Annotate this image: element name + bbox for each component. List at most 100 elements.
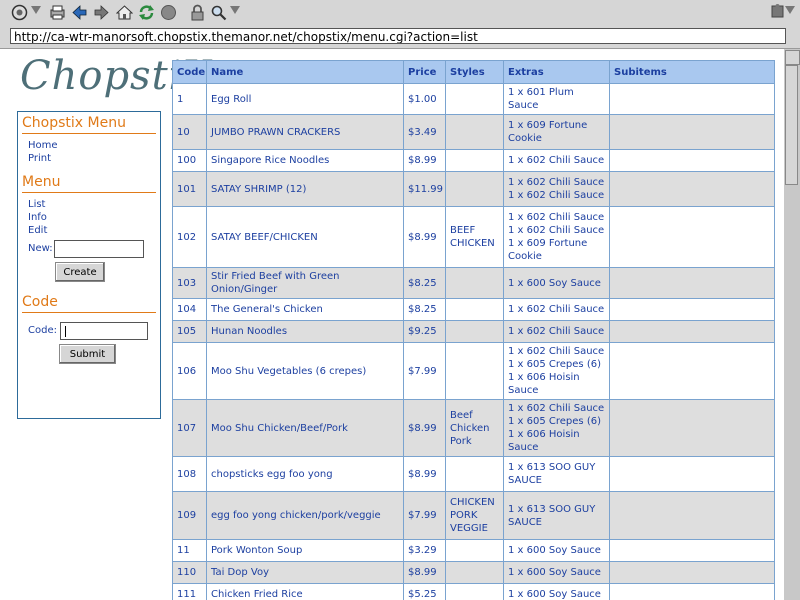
stop-icon[interactable] xyxy=(159,3,178,22)
cell-code[interactable]: 107 xyxy=(172,399,207,457)
nav-edit-link[interactable]: Edit xyxy=(28,225,47,236)
menu-divider xyxy=(22,192,156,193)
cell-code[interactable]: 102 xyxy=(172,206,207,268)
cell-extras: 1 x 602 Chili Sauce 1 x 605 Crepes (6) 1… xyxy=(503,342,610,400)
cell-price: $8.99 xyxy=(403,206,446,268)
cell-extras: 1 x 602 Chili Sauce 1 x 602 Chili Sauce … xyxy=(503,206,610,268)
cell-name[interactable]: SATAY BEEF/CHICKEN xyxy=(206,206,404,268)
cell-subitems xyxy=(609,298,775,321)
cell-name[interactable]: Tai Dop Voy xyxy=(206,561,404,584)
table-row: 104 The General's Chicken $8.25 1 x 602 Chi… xyxy=(172,298,775,321)
nav-print-link[interactable]: Print xyxy=(28,153,51,164)
cell-code[interactable]: 10 xyxy=(172,114,207,150)
nav-list-link[interactable]: List xyxy=(28,199,45,210)
cell-price: $8.99 xyxy=(403,149,446,172)
cell-name[interactable]: Moo Shu Vegetables (6 crepes) xyxy=(206,342,404,400)
cell-styles xyxy=(445,342,504,400)
cell-code[interactable]: 105 xyxy=(172,320,207,343)
nav-divider xyxy=(22,133,156,134)
cell-code[interactable]: 110 xyxy=(172,561,207,584)
cell-name[interactable]: Singapore Rice Noodles xyxy=(206,149,404,172)
scroll-thumb[interactable] xyxy=(785,65,798,185)
home-icon[interactable] xyxy=(115,3,134,22)
extra-dropdown-icon[interactable] xyxy=(785,6,795,14)
col-header-code[interactable]: Code xyxy=(172,60,207,84)
nav-home-link[interactable]: Home xyxy=(28,140,58,151)
cell-extras: 1 x 600 Soy Sauce xyxy=(503,583,610,600)
cell-code[interactable]: 108 xyxy=(172,456,207,492)
cell-styles: Beef Chicken Pork xyxy=(445,399,504,457)
col-header-subitems[interactable]: Subitems xyxy=(609,60,775,84)
cell-name[interactable]: JUMBO PRAWN CRACKERS xyxy=(206,114,404,150)
cell-price: $8.99 xyxy=(403,456,446,492)
cell-code[interactable]: 104 xyxy=(172,298,207,321)
reload-icon[interactable] xyxy=(137,3,156,22)
page-content: ChopstiX Chopstix Menu Home Print Menu L… xyxy=(0,49,784,600)
find-icon[interactable] xyxy=(209,3,228,22)
cell-subitems xyxy=(609,342,775,400)
table-row: 101 SATAY SHRIMP (12) $11.99 1 x 602 Chili … xyxy=(172,171,775,207)
cell-styles: BEEF CHICKEN xyxy=(445,206,504,268)
cell-code[interactable]: 106 xyxy=(172,342,207,400)
new-item-input[interactable] xyxy=(54,240,144,258)
cell-extras: 1 x 601 Plum Sauce xyxy=(503,83,610,115)
cell-subitems xyxy=(609,267,775,299)
cell-name[interactable]: Chicken Fried Rice xyxy=(206,583,404,600)
col-header-extras[interactable]: Extras xyxy=(503,60,610,84)
cell-code[interactable]: 11 xyxy=(172,539,207,562)
cell-styles xyxy=(445,583,504,600)
cell-subitems xyxy=(609,320,775,343)
col-header-name[interactable]: Name xyxy=(206,60,404,84)
cell-name[interactable]: egg foo yong chicken/pork/veggie xyxy=(206,491,404,540)
table-row: 111 Chicken Fried Rice $5.25 1 x 600 Soy Sa… xyxy=(172,583,775,600)
cell-name[interactable]: The General's Chicken xyxy=(206,298,404,321)
cell-code[interactable]: 103 xyxy=(172,267,207,299)
cell-subitems xyxy=(609,491,775,540)
cell-name[interactable]: SATAY SHRIMP (12) xyxy=(206,171,404,207)
cell-code[interactable]: 100 xyxy=(172,149,207,172)
cell-name[interactable]: Pork Wonton Soup xyxy=(206,539,404,562)
back-arrow-icon[interactable] xyxy=(70,3,89,22)
cell-price: $7.99 xyxy=(403,342,446,400)
lock-icon[interactable] xyxy=(188,3,207,22)
print-icon[interactable] xyxy=(48,3,67,22)
cell-price: $8.99 xyxy=(403,561,446,584)
forward-arrow-icon[interactable] xyxy=(92,3,111,22)
nav-title: Chopstix Menu xyxy=(22,115,126,131)
text-caret xyxy=(65,326,66,337)
scroll-up-button[interactable] xyxy=(785,50,800,65)
cell-name[interactable]: Egg Roll xyxy=(206,83,404,115)
table-row: 105 Hunan Noodles $9.25 1 x 602 Chili Sauce xyxy=(172,320,775,343)
table-row: 106 Moo Shu Vegetables (6 crepes) $7.99 1 x… xyxy=(172,342,775,400)
cell-code[interactable]: 111 xyxy=(172,583,207,600)
code-input[interactable] xyxy=(60,322,148,340)
cell-code[interactable]: 1 xyxy=(172,83,207,115)
cell-extras: 1 x 602 Chili Sauce 1 x 605 Crepes (6) 1… xyxy=(503,399,610,457)
vertical-scrollbar[interactable] xyxy=(783,49,800,600)
cell-price: $5.25 xyxy=(403,583,446,600)
cell-extras: 1 x 609 Fortune Cookie xyxy=(503,114,610,150)
navigate-dropdown-icon[interactable] xyxy=(31,6,41,14)
cell-name[interactable]: Stir Fried Beef with Green Onion/Ginger xyxy=(206,267,404,299)
cell-code[interactable]: 101 xyxy=(172,171,207,207)
cell-extras: 1 x 600 Soy Sauce xyxy=(503,539,610,562)
nav-info-link[interactable]: Info xyxy=(28,212,47,223)
cell-name[interactable]: Hunan Noodles xyxy=(206,320,404,343)
cell-name[interactable]: Moo Shu Chicken/Beef/Pork xyxy=(206,399,404,457)
table-row: 102 SATAY BEEF/CHICKEN $8.99 BEEF CHICKEN 1 … xyxy=(172,206,775,268)
cell-extras: 1 x 602 Chili Sauce 1 x 602 Chili Sauce xyxy=(503,171,610,207)
cell-price: $7.99 xyxy=(403,491,446,540)
find-dropdown-icon[interactable] xyxy=(230,6,240,14)
navigate-icon[interactable] xyxy=(10,3,29,22)
cell-extras: 1 x 613 SOO GUY SAUCE xyxy=(503,456,610,492)
create-button[interactable]: Create xyxy=(55,262,105,282)
cell-code[interactable]: 109 xyxy=(172,491,207,540)
url-input[interactable]: http://ca-wtr-manorsoft.chopstix.themano… xyxy=(10,28,786,44)
cell-subitems xyxy=(609,456,775,492)
col-header-styles[interactable]: Styles xyxy=(445,60,504,84)
col-header-price[interactable]: Price xyxy=(403,60,446,84)
table-row: 103 Stir Fried Beef with Green Onion/Ging… xyxy=(172,267,775,299)
cell-name[interactable]: chopsticks egg foo yong xyxy=(206,456,404,492)
cell-price: $3.29 xyxy=(403,539,446,562)
submit-button[interactable]: Submit xyxy=(59,344,116,364)
